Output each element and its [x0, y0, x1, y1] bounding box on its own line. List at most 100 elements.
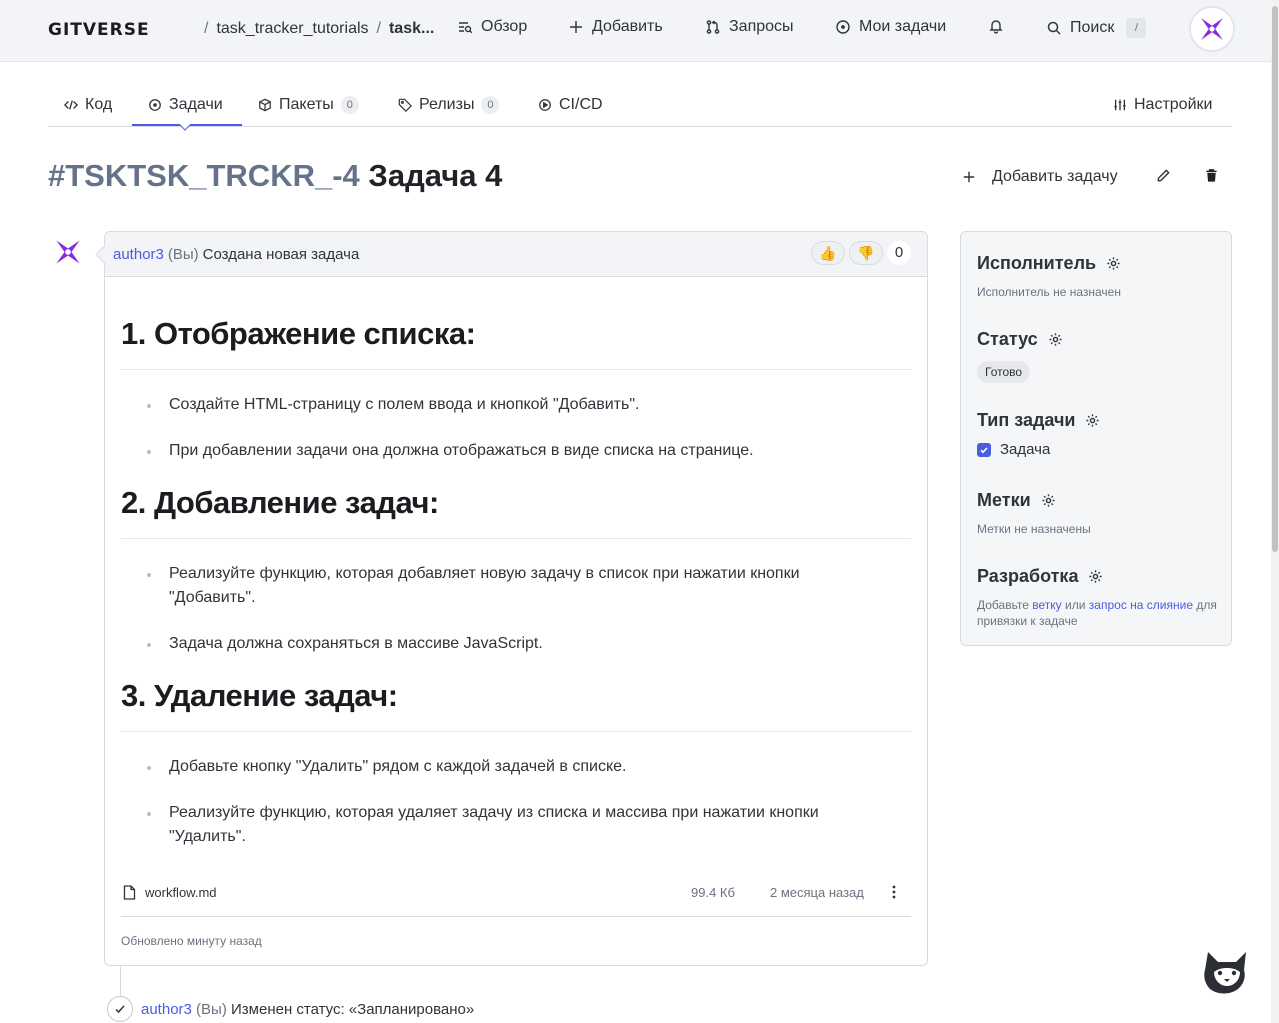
nav-my-tasks-label: Мои задачи [859, 18, 947, 35]
breadcrumb-separator: / [376, 20, 381, 37]
releases-count-badge: 0 [481, 96, 500, 114]
list-item: Создайте HTML-страницу с полем ввода и к… [147, 393, 889, 417]
gitverse-logo[interactable]: GITVERSE [48, 20, 150, 40]
code-icon [64, 100, 78, 110]
tag-icon [398, 98, 412, 112]
tab-cicd-label: CI/CD [559, 96, 603, 113]
nav-add[interactable]: Добавить [568, 18, 663, 36]
tab-settings-label: Настройки [1134, 96, 1213, 113]
tab-tasks[interactable]: Задачи [148, 96, 223, 114]
plus-icon [963, 171, 975, 183]
tab-packages[interactable]: Пакеты 0 [258, 96, 359, 114]
overview-icon [459, 22, 473, 34]
attachment-date: 2 месяца назад [770, 885, 864, 900]
list-item: Реализуйте функцию, которая удаляет зада… [147, 801, 889, 849]
tab-code[interactable]: Код [64, 96, 112, 114]
notifications-button[interactable] [988, 18, 1004, 34]
tab-settings[interactable]: Настройки [1113, 96, 1212, 114]
nav-requests-label: Запросы [729, 18, 794, 35]
check-circle-icon [107, 996, 133, 1022]
package-icon [259, 98, 271, 112]
assistant-mascot-button[interactable] [1200, 942, 1254, 996]
reactions: 👍 👎 0 [811, 241, 911, 265]
breadcrumb-repo-link[interactable]: task_tracker_tutorials [216, 20, 368, 38]
assignee-value: Исполнитель не назначен [977, 285, 1121, 299]
scrollbar-thumb[interactable] [1272, 6, 1278, 552]
comment-action: Создана новая задача [202, 245, 360, 263]
section-heading: 1. Отображение списка: [121, 316, 476, 351]
play-circle-icon [539, 99, 551, 111]
delete-button[interactable] [1204, 168, 1219, 183]
labels-section-title: Метки [977, 490, 1056, 511]
merge-request-link[interactable]: запрос на слияние [1089, 598, 1193, 612]
event-author-link[interactable]: author3 [141, 1001, 192, 1018]
edit-button[interactable] [1156, 168, 1171, 183]
breadcrumb: / task_tracker_tutorials / task... [204, 20, 434, 38]
status-title: Статус [977, 329, 1038, 349]
comment-author-avatar[interactable] [54, 238, 82, 266]
user-avatar[interactable] [1189, 6, 1235, 52]
attachment-size: 99.4 Кб [691, 885, 735, 900]
list-item: Задача должна сохраняться в массиве Java… [147, 632, 889, 656]
list-item: Добавьте кнопку "Удалить" рядом с каждой… [147, 755, 889, 779]
search-shortcut-key: / [1126, 18, 1147, 38]
development-text-or: или [1065, 598, 1086, 612]
nav-overview[interactable]: Обзор [457, 18, 527, 36]
reaction-count: 0 [887, 241, 911, 265]
gear-icon[interactable] [1088, 569, 1103, 584]
star-logo-icon [56, 240, 80, 264]
issue-sidebar: Исполнитель Исполнитель не назначен Стат… [960, 231, 1232, 646]
issue-icon [149, 99, 161, 111]
gear-icon[interactable] [1041, 493, 1056, 508]
breadcrumb-separator: / [204, 20, 209, 37]
comment-updated-time: Обновлено минуту назад [121, 934, 262, 948]
list-item: При добавлении задачи она должна отображ… [147, 439, 889, 463]
branch-link[interactable]: ветку [1032, 598, 1061, 612]
pencil-icon [1157, 169, 1170, 182]
type-title: Тип задачи [977, 410, 1076, 430]
gear-icon[interactable] [1085, 413, 1100, 428]
top-bar: GITVERSE / task_tracker_tutorials / task… [0, 0, 1279, 62]
nav-requests[interactable]: Запросы [705, 18, 794, 36]
issue-icon [836, 20, 850, 34]
breadcrumb-current[interactable]: task... [389, 20, 434, 38]
issue-comment: author3 (Вы) Создана новая задача 👍 👎 0 … [104, 231, 928, 966]
thumbs-up-button[interactable]: 👍 [811, 241, 845, 265]
status-section-title: Статус [977, 329, 1063, 350]
page-scrollbar[interactable] [1271, 0, 1279, 1023]
assignee-title: Исполнитель [977, 253, 1097, 273]
bell-icon [989, 20, 1003, 34]
event-you-label: (Вы) [196, 1000, 227, 1018]
attachment-name[interactable]: workflow.md [145, 885, 217, 900]
development-title: Разработка [977, 566, 1079, 586]
trash-icon [1206, 169, 1217, 182]
tab-releases[interactable]: Релизы 0 [398, 96, 500, 114]
tab-tasks-label: Задачи [169, 96, 223, 113]
list-item: Реализуйте функцию, которая добавляет но… [147, 562, 889, 610]
page-title: #TSKTSK_TRCKR_-4 Задача 4 [48, 158, 502, 194]
packages-count-badge: 0 [340, 96, 359, 114]
pull-request-icon [706, 20, 720, 34]
checkbox-icon [977, 442, 991, 457]
status-change-event: author3 (Вы) Изменен статус: «Запланиров… [107, 996, 474, 1022]
issue-title: Задача 4 [368, 158, 503, 193]
gear-icon[interactable] [1106, 256, 1121, 271]
add-task-button[interactable]: Добавить задачу [962, 168, 1118, 186]
nav-search[interactable]: Поиск / [1046, 18, 1147, 38]
nav-my-tasks[interactable]: Мои задачи [835, 18, 946, 36]
section-heading: 3. Удаление задач: [121, 678, 398, 713]
heading-divider [121, 731, 911, 732]
thumbs-down-button[interactable]: 👎 [849, 241, 883, 265]
plus-icon [570, 21, 582, 33]
section-heading: 2. Добавление задач: [121, 485, 439, 520]
comment-author-link[interactable]: author3 [113, 246, 164, 263]
tab-cicd[interactable]: CI/CD [538, 96, 603, 114]
attachment-row[interactable]: workflow.md 99.4 Кб 2 месяца назад [121, 877, 911, 917]
status-badge: Готово [977, 361, 1031, 383]
more-vertical-icon[interactable] [892, 885, 896, 899]
comment-you-label: (Вы) [167, 245, 199, 263]
development-text-part: Добавьте [977, 598, 1029, 612]
comment-header: author3 (Вы) Создана новая задача 👍 👎 0 [105, 232, 927, 277]
development-text: Добавьте ветку или запрос на слияние для… [977, 597, 1222, 629]
gear-icon[interactable] [1048, 332, 1063, 347]
